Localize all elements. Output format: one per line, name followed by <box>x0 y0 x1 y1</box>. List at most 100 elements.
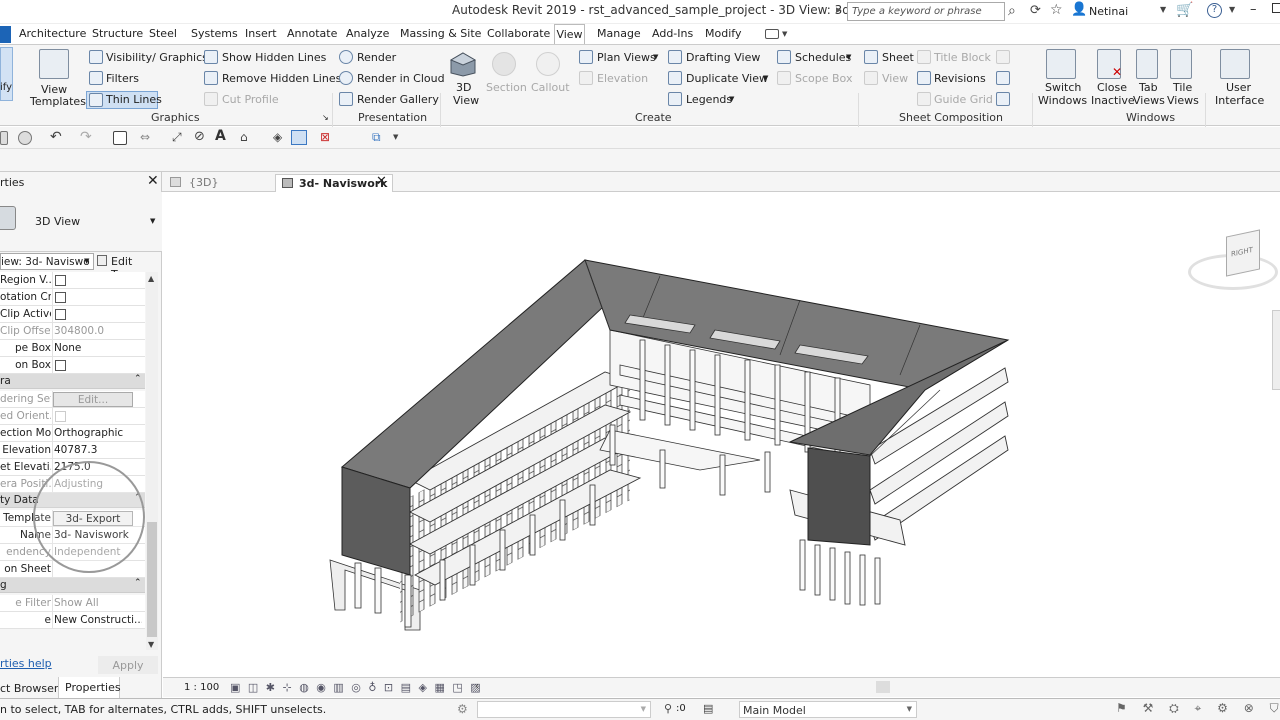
tile-views-icon[interactable] <box>1170 49 1192 79</box>
property-value-button[interactable]: Edit... <box>53 392 133 407</box>
property-group-header[interactable]: g ⌃ <box>0 578 145 593</box>
property-checkbox[interactable] <box>55 292 66 303</box>
scrollbar[interactable]: ▲ ▼ <box>146 272 158 650</box>
sheet-button[interactable]: Sheet <box>882 51 914 64</box>
tab-manage[interactable]: Manage <box>597 27 641 40</box>
tab-collaborate[interactable]: Collaborate <box>487 27 550 40</box>
property-value[interactable]: 304800.0 <box>54 325 142 337</box>
thin-lines-toggle-icon[interactable] <box>291 130 307 145</box>
drafting-view-button[interactable]: Drafting View <box>686 51 760 64</box>
callout-button[interactable]: Callout <box>531 81 570 94</box>
tab-insert[interactable]: Insert <box>245 27 277 40</box>
visibility-graphics-button[interactable]: Visibility/ Graphics <box>106 51 208 64</box>
render-gallery-button[interactable]: Render Gallery <box>357 93 439 106</box>
user-interface-label[interactable]: User <box>1226 81 1251 94</box>
plan-views-button[interactable]: Plan Views <box>597 51 656 64</box>
property-row[interactable]: pe Box None <box>0 340 145 357</box>
close-tab-icon[interactable]: ✕ <box>376 174 387 189</box>
selection-toggle-icons[interactable]: ⚑ ⚒ ⛭ ⌖ ⚙ ⊗ ⛉ <box>1116 701 1280 716</box>
close-inactive-label[interactable]: Close <box>1097 81 1127 94</box>
collapse-icon[interactable]: ⌃ <box>134 374 142 384</box>
property-row[interactable]: ed Orient... <box>0 408 145 425</box>
tab-add-ins[interactable]: Add-Ins <box>652 27 693 40</box>
property-value[interactable]: New Constructi... <box>54 614 142 626</box>
property-group-header[interactable]: ra ⌃ <box>0 374 145 389</box>
tab-views-label[interactable]: Tab <box>1139 81 1158 94</box>
workset-dropdown[interactable]: Main Model ▼ <box>739 701 917 718</box>
remove-hidden-lines-button[interactable]: Remove Hidden Lines <box>222 72 341 85</box>
revisions-button[interactable]: Revisions <box>934 72 986 85</box>
tab-massing-site[interactable]: Massing & Site <box>400 27 481 40</box>
property-value[interactable]: Show All <box>54 597 142 609</box>
maximize-icon[interactable] <box>1272 3 1280 13</box>
drawing-canvas[interactable]: RIGHT <box>163 192 1280 677</box>
property-checkbox[interactable] <box>55 309 66 320</box>
view-scale[interactable]: 1 : 100 <box>184 682 219 693</box>
default-3d-view-icon[interactable]: ⌂ <box>240 130 248 144</box>
property-row[interactable]: ection Mo...Orthographic <box>0 425 145 442</box>
chevron-down-icon[interactable]: ▼ <box>763 74 768 82</box>
dimension-icon[interactable]: ⤢ <box>172 130 182 145</box>
view-templates-icon[interactable] <box>39 49 69 79</box>
instance-selector[interactable]: iew: 3d- Naviswo ▼ <box>0 253 94 270</box>
save-icon[interactable] <box>0 131 8 145</box>
viewcube-face[interactable]: RIGHT <box>1226 229 1260 277</box>
title-block-button[interactable]: Title Block <box>934 51 991 64</box>
house-3d-icon[interactable] <box>449 51 477 77</box>
close-icon[interactable]: ✕ <box>147 173 159 189</box>
filter-icon[interactable]: ⚲ <box>664 702 672 715</box>
help-search-input[interactable]: Type a keyword or phrase <box>847 2 1005 21</box>
properties-help-link[interactable]: rties help <box>0 657 52 670</box>
tile-views-label[interactable]: Tile <box>1173 81 1192 94</box>
tab-view[interactable]: View <box>554 24 585 44</box>
elevation-button[interactable]: Elevation <box>597 72 648 85</box>
chevron-down-icon[interactable]: ▼ <box>846 53 851 61</box>
section-button[interactable]: Section <box>486 81 527 94</box>
tab-analyze[interactable]: Analyze <box>346 27 389 40</box>
section-tool-icon[interactable]: ◈ <box>273 130 282 144</box>
minimize-icon[interactable]: – <box>1250 2 1257 17</box>
help-icon[interactable]: ? <box>1207 3 1222 18</box>
schedules-button[interactable]: Schedules <box>795 51 851 64</box>
property-row[interactable]: Region V... <box>0 272 145 289</box>
apply-button[interactable]: Apply <box>98 656 158 674</box>
print-icon[interactable] <box>113 131 127 145</box>
tag-icon[interactable]: ⊘ <box>194 129 205 144</box>
user-interface-icon[interactable] <box>1220 49 1250 79</box>
property-checkbox[interactable] <box>55 360 66 371</box>
tab-annotate[interactable]: Annotate <box>287 27 337 40</box>
close-inactive-label-2[interactable]: Inactive <box>1091 94 1135 107</box>
tab-structure[interactable]: Structure <box>92 27 143 40</box>
properties-tab[interactable]: Properties <box>58 677 121 699</box>
binoculars-icon[interactable]: ⌕ <box>1008 3 1016 19</box>
horizontal-scroll-thumb[interactable] <box>876 681 890 693</box>
scroll-left-icon[interactable]: ‹ <box>475 681 479 692</box>
scroll-down-icon[interactable]: ▼ <box>148 640 154 649</box>
type-selector[interactable]: 3D View ▼ <box>0 192 162 252</box>
chevron-down-icon[interactable]: ▼ <box>1160 5 1166 14</box>
callout-icon[interactable] <box>536 52 560 76</box>
show-hidden-lines-button[interactable]: Show Hidden Lines <box>222 51 326 64</box>
property-row[interactable]: Clip Active <box>0 306 145 323</box>
user-interface-label-2[interactable]: Interface <box>1215 94 1264 107</box>
view-button[interactable]: View <box>882 72 908 85</box>
building-model-3d[interactable] <box>163 192 1280 677</box>
3d-view-label-2[interactable]: View <box>453 94 479 107</box>
property-value[interactable]: 40787.3 <box>54 444 142 456</box>
cut-profile-button[interactable]: Cut Profile <box>222 93 279 106</box>
thin-lines-label[interactable]: Thin Lines <box>106 93 162 106</box>
tab-modify[interactable]: Modify <box>705 27 741 40</box>
tab-views-icon[interactable] <box>1136 49 1158 79</box>
property-row[interactable]: e Filter Show All <box>0 595 145 612</box>
switch-windows-label-2[interactable]: Windows <box>1038 94 1087 107</box>
view-templates-label-2[interactable]: Templates <box>30 95 86 108</box>
collapse-icon[interactable]: ⌃ <box>134 578 142 588</box>
chevron-down-icon[interactable]: ▼ <box>393 133 398 141</box>
switch-windows-icon[interactable] <box>1046 49 1076 79</box>
3d-view-label[interactable]: 3D <box>456 81 471 94</box>
chevron-down-icon[interactable]: ▼ <box>653 53 658 61</box>
render-cloud-button[interactable]: Render in Cloud <box>357 72 445 85</box>
user-name[interactable]: Netinai <box>1089 5 1128 18</box>
navigation-bar[interactable] <box>1272 310 1280 390</box>
undo-icon[interactable]: ↶ <box>50 129 62 145</box>
